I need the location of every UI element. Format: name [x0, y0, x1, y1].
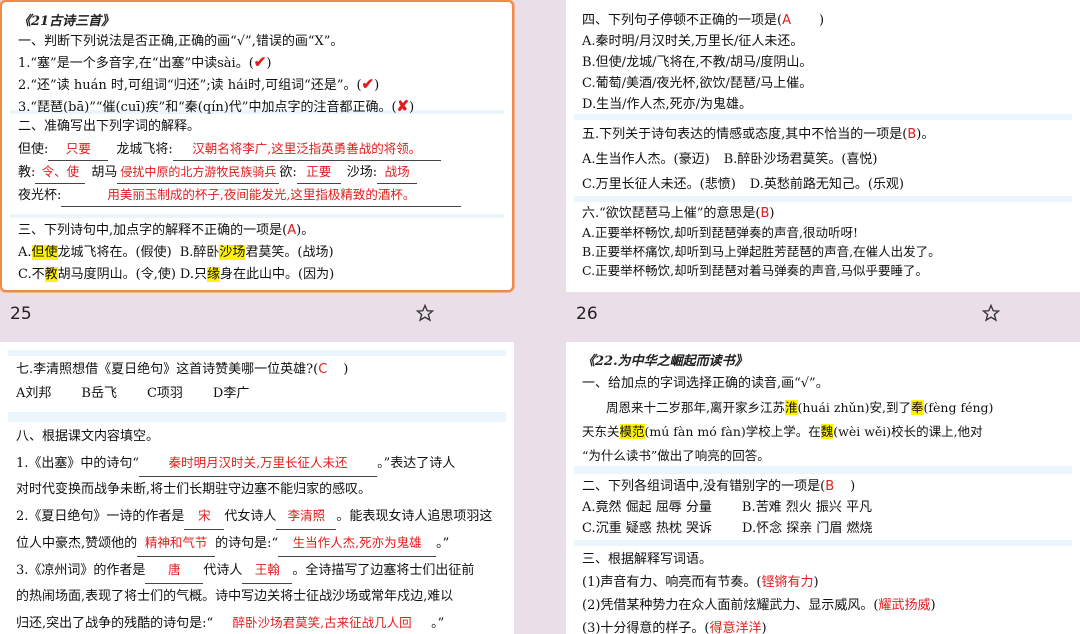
q8-line-4: 位人中豪杰,赞颂他的 精神和气节 的诗句是:“ 生当作人杰,死亦为鬼雄。” — [16, 530, 498, 557]
q4-option-b: B.但使/龙城/飞将在,不教/胡马/度阴山。 — [582, 55, 813, 70]
q3-line-2: (2)凭借某种势力在众人面前炫耀武力、显示威风。(耀武扬威) — [582, 598, 936, 613]
q7-options: A刘邦 B岳飞 C项羽 D李广 — [16, 386, 250, 401]
question-2-box: 二、准确写出下列字词的解释。 但使: 只要 龙城飞将: 汉朝名将李广,这里泛指英勇善战… — [10, 114, 504, 214]
question-7-box: 七.李清照想借《夏日绝句》这首诗赞美哪一位英雄?(C) A刘邦 B岳飞 C项羽 D李广 — [8, 356, 506, 412]
q2-options-ab: A.竟然 倔起 屈辱 分量 B.苦难 烈火 振兴 平凡 — [582, 500, 873, 515]
q8-line-3: 2.《夏日绝句》一诗的作者是宋代女诗人 李清照 。能表现女诗人追思项羽这 — [16, 503, 498, 530]
q1-heading: 一、判断下列说法是否正确,正确的画“√”,错误的画“X”。 — [18, 34, 344, 49]
q4-option-d: D.生当/作人杰,死亦/为鬼雄。 — [582, 97, 752, 112]
slide-26[interactable]: 四、下列句子停顿不正确的一项是(A) A.秦时明/月汉时关,万里长/征人未还。 … — [566, 0, 1080, 292]
q3-line-3: (3)十分得意的样子。(得意洋洋) — [582, 621, 767, 634]
q2-options-cd: C.沉重 疑惑 热枕 哭诉 D.怀念 探亲 门眉 燃烧 — [582, 521, 873, 536]
question-3-box: 三、下列诗句中,加点字的解释不正确的一项是(A)。 A.但使龙城飞将在。(假使)… — [10, 218, 504, 286]
q8-line-5: 3.《凉州词》的作者是唐代诗人 王翰 。全诗描写了边塞将士们出征前 — [16, 557, 498, 584]
question-1-box: 《21古诗三首》 一、判断下列说法是否正确,正确的画“√”,错误的画“X”。 1… — [10, 10, 504, 115]
q5-options-cd: C.万里长征人未还。(悲愤) D.英愁前路无知己。(乐观) — [582, 177, 905, 192]
q1-line-2: 天东关模范(mú fàn mó fàn)学校上学。在魏(wèi wěi)校长的课… — [582, 424, 983, 439]
question-1-box: 《22.为中华之崛起而读书》 一、给加点的字词选择正确的读音,画“√”。 周恩来… — [574, 350, 1072, 466]
star-icon[interactable] — [982, 304, 1000, 322]
q7-heading: 七.李清照想借《夏日绝句》这首诗赞美哪一位英雄?(C) — [16, 362, 349, 377]
lesson-title: 《22.为中华之崛起而读书》 — [582, 354, 748, 369]
question-5-box: 五.下列关于诗句表达的情感或态度,其中不恰当的一项是(B)。 A.生当作人杰。(… — [574, 120, 1072, 196]
q3-options-cd: C.不教胡马度阴山。(令,使) D.只缘身在此山中。(因为) — [18, 267, 335, 282]
q4-heading: 四、下列句子停顿不正确的一项是(A) — [582, 13, 825, 28]
q3-options-ab: A.但使龙城飞将在。(假使) B.醉卧沙场君莫笑。(战场) — [18, 245, 334, 260]
q2-line-2: 教: 令、使 胡马 侵扰中原的北方游牧民族骑兵 欲: 正要 沙场: 战场 — [18, 161, 496, 184]
q6-option-a: A.正要举杯畅饮,却听到琵琶弹奏的声音,很动听呀! — [582, 225, 858, 240]
slide-27-content: 七.李清照想借《夏日绝句》这首诗赞美哪一位英雄?(C) A刘邦 B岳飞 C项羽 D李广… — [8, 350, 506, 634]
slide-28[interactable]: 《22.为中华之崛起而读书》 一、给加点的字词选择正确的读音,画“√”。 周恩来… — [566, 342, 1080, 634]
question-4-box: 四、下列句子停顿不正确的一项是(A) A.秦时明/月汉时关,万里长/征人未还。 … — [574, 8, 1072, 114]
q4-option-a: A.秦时明/月汉时关,万里长/征人未还。 — [582, 34, 804, 49]
page-number-25: 25 — [10, 304, 32, 324]
q5-options-ab: A.生当作人杰。(豪迈) B.醉卧沙场君莫笑。(喜悦) — [582, 152, 878, 167]
q2-line-3: 夜光杯: 用美丽玉制成的杯子,夜间能发光,这里指极精致的酒杯。 — [18, 184, 496, 207]
question-6-box: 六.“欲饮琵琶马上催”的意思是(B) A.正要举杯畅饮,却听到琵琶弹奏的声音,很… — [574, 202, 1072, 284]
slide-26-content: 四、下列句子停顿不正确的一项是(A) A.秦时明/月汉时关,万里长/征人未还。 … — [574, 8, 1072, 284]
q6-heading: 六.“欲饮琵琶马上催”的意思是(B) — [582, 206, 775, 221]
q2-heading: 二、下列各组词语中,没有错别字的一项是(B) — [582, 479, 856, 494]
q1-line-1: 周恩来十二岁那年,离开家乡江苏淮(huái zhǔn)安,到了奉(fèng fé… — [606, 400, 994, 415]
slide-28-content: 《22.为中华之崛起而读书》 一、给加点的字词选择正确的读音,画“√”。 周恩来… — [574, 350, 1072, 634]
question-2-box: 二、下列各组词语中,没有错别字的一项是(B) A.竟然 倔起 屈辱 分量 B.苦难… — [574, 474, 1072, 540]
q1-heading: 一、给加点的字词选择正确的读音,画“√”。 — [582, 376, 829, 391]
q5-heading: 五.下列关于诗句表达的情感或态度,其中不恰当的一项是(B)。 — [582, 127, 935, 142]
slide-27[interactable]: 七.李清照想借《夏日绝句》这首诗赞美哪一位英雄?(C) A刘邦 B岳飞 C项羽 D李广… — [0, 342, 514, 634]
q3-line-1: (1)声音有力、响亮而有节奏。(铿锵有力) — [582, 575, 819, 590]
question-3-box: 三、根据解释写词语。 (1)声音有力、响亮而有节奏。(铿锵有力) (2)凭借某种… — [574, 546, 1072, 634]
lesson-title: 《21古诗三首》 — [18, 14, 115, 29]
q1-item-1: 1.“塞”是一个多音字,在“出塞”中读sài。(✔) — [18, 53, 272, 71]
q8-line-1: 1.《出塞》中的诗句“ 秦时明月汉时关,万里长征人未还 。”表达了诗人 — [16, 450, 498, 477]
q6-option-b: B.正要举杯痛饮,却听到马上弹起胜芳琵琶的声音,在催人出发了。 — [582, 244, 941, 259]
q6-option-c: C.正要举杯畅饮,却听到琵琶对着马弹奏的声音,马似乎要睡了。 — [582, 263, 929, 278]
question-8-box: 八、根据课文内容填空。 1.《出塞》中的诗句“ 秦时明月汉时关,万里长征人未还。”… — [8, 422, 506, 634]
q1-line-3: “为什么读书”做出了响亮的回答。 — [582, 448, 770, 463]
q3-heading: 三、根据解释写词语。 — [582, 552, 713, 567]
q2-heading: 二、准确写出下列字词的解释。 — [18, 119, 201, 134]
q2-line-1: 但使: 只要 龙城飞将: 汉朝名将李广,这里泛指英勇善战的将领。 — [18, 138, 496, 161]
q4-option-c: C.葡萄/美酒/夜光杯,欲饮/琵琶/马上催。 — [582, 76, 813, 91]
q8-line-2: 对时代变换而战争未断,将士们长期驻守边塞不能归家的感叹。 — [16, 482, 372, 497]
q3-heading: 三、下列诗句中,加点字的解释不正确的一项是(A)。 — [18, 223, 315, 238]
q8-line-7: 归还,突出了战争的残酷的诗句是:“ 醉卧沙场君莫笑,古来征战几人回。” — [16, 610, 498, 634]
page-number-26: 26 — [576, 304, 598, 324]
q8-heading: 八、根据课文内容填空。 — [16, 429, 160, 444]
slide-25-content: 《21古诗三首》 一、判断下列说法是否正确,正确的画“√”,错误的画“X”。 1… — [10, 10, 504, 286]
q1-item-2: 2.“还”读 huán 时,可组词“归还”;读 hái时,可组词“还是”。(✔) — [18, 75, 380, 93]
slide-25[interactable]: 《21古诗三首》 一、判断下列说法是否正确,正确的画“√”,错误的画“X”。 1… — [0, 0, 514, 292]
q8-line-6: 的热闹场面,表现了将士们的气概。诗中写边关将士征战沙场或常年戍边,难以 — [16, 589, 454, 604]
star-icon[interactable] — [416, 304, 434, 322]
